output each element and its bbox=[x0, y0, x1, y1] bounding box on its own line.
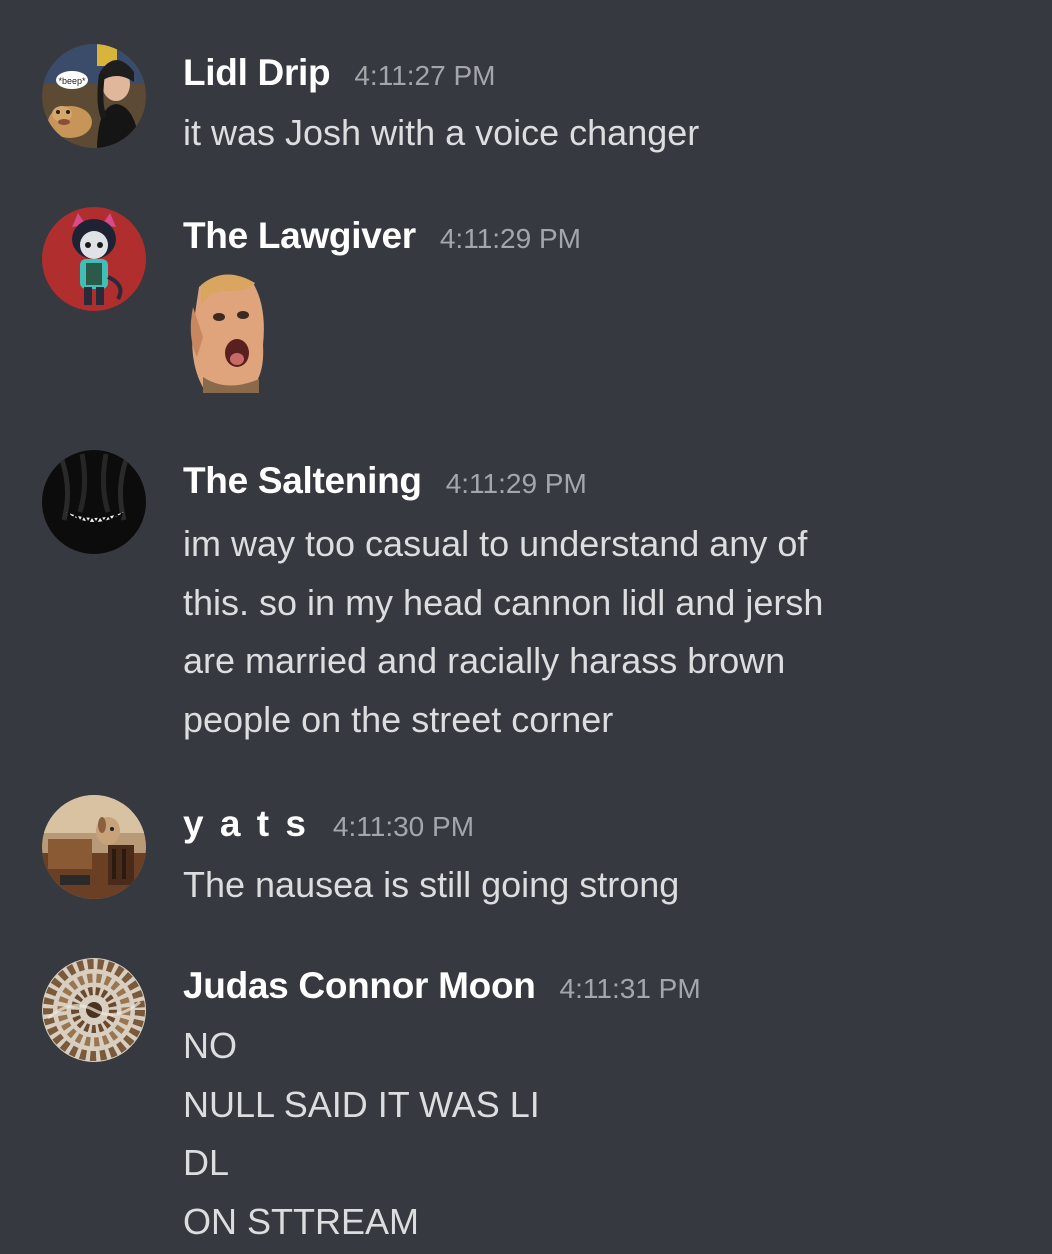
message-header: y a t s 4:11:30 PM bbox=[183, 803, 474, 845]
message-line: it was Josh with a voice changer bbox=[183, 112, 700, 153]
message-content: The nausea is still going strong bbox=[183, 856, 679, 915]
message-line: are married and racially harass brown bbox=[183, 640, 786, 681]
dog-and-person-avatar-icon[interactable]: *beep* bbox=[42, 44, 146, 148]
message-line: people on the street corner bbox=[183, 698, 614, 740]
message-header: Judas Connor Moon 4:11:31 PM bbox=[183, 965, 701, 1007]
message-header: The Saltening 4:11:29 PM bbox=[183, 460, 587, 502]
username[interactable]: The Saltening bbox=[183, 460, 422, 501]
timestamp: 4:11:29 PM bbox=[445, 468, 587, 499]
username[interactable]: y a t s bbox=[183, 803, 309, 844]
message-line: NO bbox=[183, 1025, 237, 1066]
grinning-shadow-avatar-icon[interactable] bbox=[42, 450, 146, 554]
message-content: im way too casual to understand any of t… bbox=[183, 515, 823, 749]
timestamp: 4:11:30 PM bbox=[332, 811, 475, 842]
message-content: it was Josh with a voice changer bbox=[183, 104, 699, 163]
message-line: ON STTREAM bbox=[183, 1200, 420, 1242]
message-line: im way too casual to understand any of bbox=[183, 523, 808, 564]
timestamp: 4:11:29 PM bbox=[439, 223, 581, 254]
username[interactable]: Judas Connor Moon bbox=[183, 965, 536, 1006]
username[interactable]: Lidl Drip bbox=[183, 52, 331, 93]
message-header: Lidl Drip 4:11:27 PM bbox=[183, 52, 495, 94]
message-header: The Lawgiver 4:11:29 PM bbox=[183, 215, 581, 257]
message-line: DL bbox=[183, 1142, 230, 1183]
screaming-face-emote[interactable] bbox=[183, 267, 275, 393]
message-content: NO NULL SAID IT WAS LI DL ON STTREAM bbox=[183, 1017, 540, 1251]
message-line: this. so in my head cannon lidl and jers… bbox=[183, 581, 824, 623]
timestamp: 4:11:27 PM bbox=[354, 60, 496, 91]
dog-at-table-avatar-icon[interactable] bbox=[42, 795, 146, 899]
avatar-badge-text: *beep* bbox=[58, 76, 86, 86]
cartoon-character-avatar-icon[interactable] bbox=[42, 207, 146, 311]
message-line: NULL SAID IT WAS LI bbox=[183, 1083, 540, 1125]
spiral-pattern-avatar-icon[interactable] bbox=[42, 958, 146, 1062]
timestamp: 4:11:31 PM bbox=[559, 973, 701, 1004]
message-line: The nausea is still going strong bbox=[183, 864, 680, 905]
username[interactable]: The Lawgiver bbox=[183, 215, 416, 256]
